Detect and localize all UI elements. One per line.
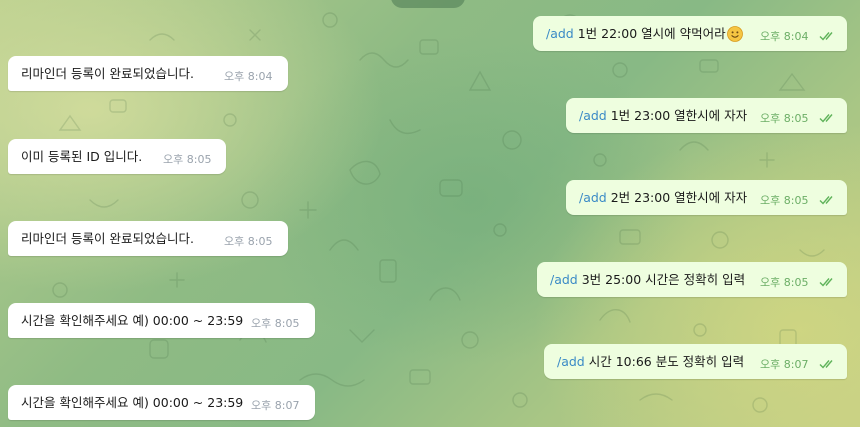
smiling-face-emoji (726, 26, 743, 42)
message-time: 오후 8:05 (760, 276, 809, 289)
read-checkmarks-icon (819, 32, 833, 41)
outgoing-message[interactable]: /add 시간 10:66 분도 정확히 입력 오후 8:07 (544, 344, 847, 379)
read-checkmarks-icon (819, 114, 833, 123)
read-checkmarks-icon (819, 278, 833, 287)
message-text: 1번 23:00 열한시에 자자 (606, 108, 748, 123)
message-time: 오후 8:05 (163, 153, 212, 166)
message-text: 이미 등록된 ID 입니다. (21, 149, 143, 164)
incoming-message[interactable]: 이미 등록된 ID 입니다. 오후 8:05 (8, 139, 226, 174)
command-link[interactable]: /add (546, 26, 574, 41)
date-separator-pill (391, 0, 465, 8)
message-text: 3번 25:00 시간은 정확히 입력 (577, 272, 746, 287)
message-text: 리마인더 등록이 완료되었습니다. (21, 66, 194, 81)
read-checkmarks-icon (819, 196, 833, 205)
message-text: 리마인더 등록이 완료되었습니다. (21, 231, 194, 246)
command-link[interactable]: /add (579, 190, 607, 205)
read-checkmarks-icon (819, 360, 833, 369)
message-text: 시간을 확인해주세요 예) 00:00 ~ 23:59 (21, 313, 244, 328)
outgoing-message[interactable]: /add 1번 22:00 열시에 약먹어라 오후 8:04 (533, 16, 847, 51)
command-link[interactable]: /add (557, 354, 585, 369)
incoming-message[interactable]: 리마인더 등록이 완료되었습니다. 오후 8:05 (8, 221, 288, 256)
message-time: 오후 8:05 (251, 317, 300, 330)
incoming-message[interactable]: 시간을 확인해주세요 예) 00:00 ~ 23:59 오후 8:07 (8, 385, 315, 420)
outgoing-message[interactable]: /add 1번 23:00 열한시에 자자 오후 8:05 (566, 98, 847, 133)
message-time: 오후 8:07 (251, 399, 300, 412)
command-link[interactable]: /add (579, 108, 607, 123)
message-time: 오후 8:05 (760, 112, 809, 125)
message-time: 오후 8:04 (224, 70, 273, 83)
command-link[interactable]: /add (550, 272, 578, 287)
message-time: 오후 8:04 (760, 30, 809, 43)
message-text: 시간을 확인해주세요 예) 00:00 ~ 23:59 (21, 395, 244, 410)
outgoing-message[interactable]: /add 3번 25:00 시간은 정확히 입력 오후 8:05 (537, 262, 847, 297)
message-time: 오후 8:05 (224, 235, 273, 248)
message-time: 오후 8:05 (760, 194, 809, 207)
outgoing-message[interactable]: /add 2번 23:00 열한시에 자자 오후 8:05 (566, 180, 847, 215)
incoming-message[interactable]: 리마인더 등록이 완료되었습니다. 오후 8:04 (8, 56, 288, 91)
message-text: 1번 22:00 열시에 약먹어라 (573, 26, 726, 41)
message-text: 2번 23:00 열한시에 자자 (606, 190, 748, 205)
message-text: 시간 10:66 분도 정확히 입력 (584, 354, 745, 369)
incoming-message[interactable]: 시간을 확인해주세요 예) 00:00 ~ 23:59 오후 8:05 (8, 303, 315, 338)
message-time: 오후 8:07 (760, 358, 809, 371)
